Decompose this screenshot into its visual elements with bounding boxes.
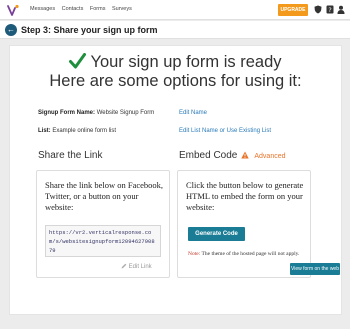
advanced-label: Advanced xyxy=(254,153,286,160)
edit-link-label: Edit Link xyxy=(128,264,152,270)
nav-forms[interactable]: Forms xyxy=(90,6,106,12)
generate-code-button[interactable]: Generate Code xyxy=(188,227,245,241)
share-url-field[interactable]: https://vr2.verticalresponse.com/s/websi… xyxy=(45,225,161,257)
verticalresponse-logo[interactable] xyxy=(6,3,20,17)
back-arrow-icon[interactable]: ← xyxy=(5,24,17,36)
user-icon[interactable] xyxy=(337,5,345,14)
embed-heading-row: Embed Code Advanced xyxy=(179,150,286,163)
form-name-value: Website Signup Form xyxy=(96,110,155,116)
warning-icon xyxy=(241,151,250,159)
view-form-on-web-button[interactable]: View form on the web xyxy=(290,263,340,275)
shield-icon[interactable] xyxy=(314,5,322,14)
edit-name-link[interactable]: Edit Name xyxy=(179,109,207,117)
nav-contacts[interactable]: Contacts xyxy=(62,6,84,12)
nav-surveys[interactable]: Surveys xyxy=(112,6,132,12)
embed-heading: Embed Code xyxy=(179,150,238,161)
list-label: List: xyxy=(38,128,51,134)
embed-description: Click the button below to generate HTML … xyxy=(186,180,304,212)
list-row: List: Example online form list xyxy=(38,127,116,135)
edit-list-link[interactable]: Edit List Name or Use Existing List xyxy=(179,127,271,135)
top-nav-bar: Messages Contacts Forms Surveys UPGRADE … xyxy=(0,0,350,20)
share-description: Share the link below on Facebook, Twitte… xyxy=(45,180,164,212)
embed-note: Note: The theme of the hosted page will … xyxy=(188,250,308,258)
hero-heading: Your sign up form is ready Here are some… xyxy=(10,53,341,91)
note-label: Note: xyxy=(188,251,201,257)
form-name-row: Signup Form Name: Website Signup Form xyxy=(38,109,154,117)
upgrade-button[interactable]: UPGRADE xyxy=(278,4,308,16)
embed-code-panel: Click the button below to generate HTML … xyxy=(177,170,311,278)
share-heading: Share the Link xyxy=(38,150,103,161)
hero-line-1: Your sign up form is ready xyxy=(90,53,282,71)
share-link-panel: Share the link below on Facebook, Twitte… xyxy=(36,170,170,278)
form-name-label: Signup Form Name: xyxy=(38,110,96,116)
svg-text:?: ? xyxy=(328,6,331,14)
edit-link-button[interactable]: Edit Link xyxy=(121,263,152,270)
list-value: Example online form list xyxy=(52,128,117,134)
checkmark-icon xyxy=(69,53,87,69)
pencil-icon xyxy=(121,263,127,269)
hero-line-2: Here are some options for using it: xyxy=(49,72,302,90)
main-nav: Messages Contacts Forms Surveys xyxy=(30,6,137,12)
nav-messages[interactable]: Messages xyxy=(30,6,55,12)
note-text: The theme of the hosted page will not ap… xyxy=(201,251,300,257)
page-title: Step 3: Share your sign up form xyxy=(21,25,158,35)
main-card: Your sign up form is ready Here are some… xyxy=(9,45,342,315)
help-icon[interactable]: ? xyxy=(326,5,334,14)
step-header: ← Step 3: Share your sign up form xyxy=(0,21,350,39)
